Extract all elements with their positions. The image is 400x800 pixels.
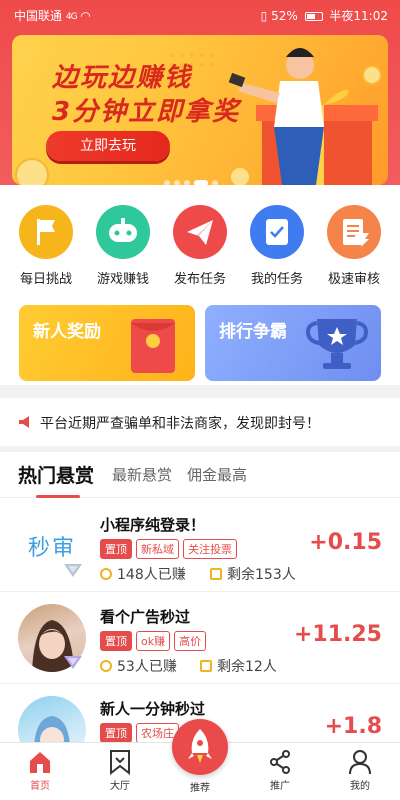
verified-badge-icon: [64, 564, 82, 577]
tab-highest-commission[interactable]: 佣金最高: [187, 464, 247, 485]
nav-promote[interactable]: 推广: [250, 749, 310, 792]
quick-action-label: 极速审核: [327, 272, 380, 287]
megaphone-icon: [18, 415, 32, 433]
promo-banner[interactable]: 边玩边赚钱 3分钟立即拿奖 立即去玩: [12, 35, 388, 185]
task-earned-count: 148人已赚: [100, 564, 186, 584]
quick-action-label: 每日挑战: [19, 272, 72, 287]
task-reward: +11.25: [293, 622, 382, 647]
nav-hall[interactable]: 大厅: [90, 749, 150, 792]
task-remaining-count: 剩余153人: [210, 564, 296, 584]
quick-actions-row: 每日挑战 游戏赚钱 发布任务 我的任务 极速审核: [0, 205, 400, 287]
task-title: 新人一分钟秒过: [100, 700, 206, 718]
person-icon: [210, 568, 222, 580]
quick-action-daily-challenge[interactable]: 每日挑战: [8, 205, 84, 287]
nav-home[interactable]: 首页: [10, 749, 70, 792]
promo-label: 排行争霸: [219, 322, 287, 342]
flag-icon: [19, 205, 73, 259]
bookmark-hall-icon: [90, 749, 150, 777]
user-icon: [330, 749, 390, 777]
banner-pager-dots[interactable]: [164, 171, 222, 185]
home-icon: [10, 749, 70, 777]
task-tags: 置顶 农场庄: [100, 722, 183, 743]
nav-label: 推荐: [190, 783, 210, 794]
task-tags: 置顶 新私域 关注投票: [100, 538, 241, 559]
tag: 高价: [174, 631, 207, 651]
notice-bar[interactable]: 平台近期严查骗单和非法商家，发现即封号！: [0, 398, 400, 446]
task-earned-count: 53人已赚: [100, 656, 177, 676]
task-reward: +0.15: [309, 530, 382, 555]
task-remaining-count: 剩余12人: [200, 656, 277, 676]
tab-hot-rewards[interactable]: 热门悬赏: [18, 461, 94, 488]
tag-pinned: 置顶: [100, 723, 132, 743]
tag-pinned: 置顶: [100, 631, 132, 651]
task-reward: +1.8: [324, 714, 382, 739]
wifi-icon: ◠: [80, 9, 91, 23]
task-check-icon: [250, 205, 304, 259]
verified-badge-icon: [64, 656, 82, 669]
banner-title-line1: 边玩边赚钱: [52, 63, 193, 93]
nav-label: 大厅: [110, 781, 130, 792]
banner-play-button[interactable]: 立即去玩: [46, 131, 170, 161]
carrier-label: 中国联通: [14, 9, 63, 23]
nav-me[interactable]: 我的: [330, 749, 390, 792]
bottom-navigation: 首页 大厅 推荐 推广 我的: [0, 719, 400, 800]
quick-action-my-tasks[interactable]: 我的任务: [239, 205, 315, 287]
battery-icon: [304, 12, 323, 21]
quick-action-label: 游戏赚钱: [96, 272, 149, 287]
nav-label: 我的: [350, 781, 370, 792]
header-background: 中国联通 4G ◠ ▯ 52% 半夜11:02 边玩边赚钱 3分钟立即拿奖 立即…: [0, 0, 400, 195]
signal-label: 4G: [65, 12, 78, 22]
status-time: 半夜11:02: [329, 9, 388, 23]
vibrate-icon: ▯: [260, 9, 268, 23]
gamepad-icon: [96, 205, 150, 259]
tag: ok赚: [136, 631, 171, 651]
share-icon: [250, 749, 310, 777]
quick-actions-card: 每日挑战 游戏赚钱 发布任务 我的任务 极速审核 新人奖励 排行争霸: [0, 185, 400, 385]
task-item[interactable]: 秒审 小程序纯登录！ 置顶 新私域 关注投票 148人已赚 剩余153人 +0.15: [0, 500, 400, 592]
promo-ranking[interactable]: 排行争霸: [205, 305, 381, 381]
nav-label: 首页: [30, 781, 50, 792]
paper-plane-icon: [173, 205, 227, 259]
coin-icon: [100, 568, 112, 580]
notice-text: 平台近期严查骗单和非法商家，发现即封号！: [40, 416, 320, 432]
quick-action-fast-review[interactable]: 极速审核: [316, 205, 392, 287]
active-tab-indicator: [36, 495, 80, 498]
tag: 新私域: [136, 539, 179, 559]
quick-action-label: 发布任务: [173, 272, 226, 287]
promo-label: 新人奖励: [33, 322, 101, 342]
tag-pinned: 置顶: [100, 539, 132, 559]
review-doc-icon: [327, 205, 381, 259]
task-tabs: 热门悬赏 最新悬赏 佣金最高: [0, 452, 400, 498]
quick-action-label: 我的任务: [250, 272, 303, 287]
task-title: 看个广告秒过: [100, 608, 191, 626]
nav-recommend-button[interactable]: [172, 719, 228, 775]
task-tags: 置顶 ok赚 高价: [100, 630, 210, 651]
coin-icon: [100, 660, 112, 672]
battery-percent: 52%: [271, 9, 298, 23]
rocket-icon: [188, 729, 212, 763]
banner-title-line2: 3分钟立即拿奖: [52, 97, 241, 127]
person-icon: [200, 660, 212, 672]
task-title: 小程序纯登录！: [100, 516, 206, 534]
quick-action-publish-task[interactable]: 发布任务: [162, 205, 238, 287]
quick-action-game-earn[interactable]: 游戏赚钱: [85, 205, 161, 287]
nav-label: 推广: [270, 781, 290, 792]
tag: 关注投票: [183, 539, 237, 559]
task-item[interactable]: 看个广告秒过 置顶 ok赚 高价 53人已赚 剩余12人 +11.25: [0, 592, 400, 684]
tab-latest-rewards[interactable]: 最新悬赏: [112, 464, 172, 485]
avatar-text: 秒审: [27, 536, 76, 561]
promo-newbie-reward[interactable]: 新人奖励: [19, 305, 195, 381]
status-bar: 中国联通 4G ◠ ▯ 52% 半夜11:02: [0, 0, 400, 30]
